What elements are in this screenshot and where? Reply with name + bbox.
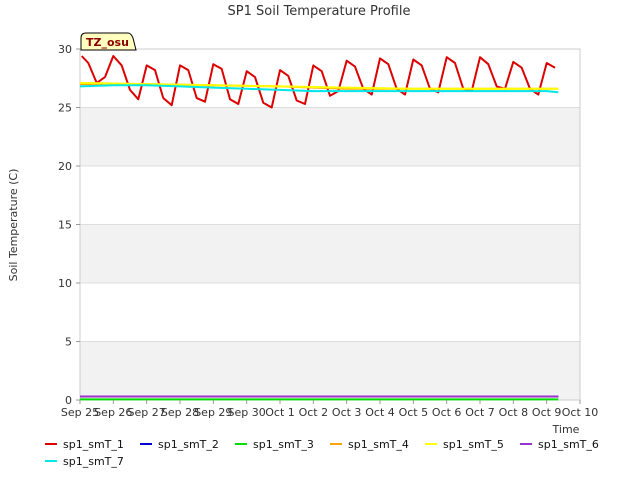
x-tick-label: Oct 6 xyxy=(432,406,462,419)
x-axis-ticks: Sep 25Sep 26Sep 27Sep 28Sep 29Sep 30 Oct … xyxy=(61,400,598,419)
x-tick-label: Oct 1 xyxy=(265,406,295,419)
legend-label: sp1_smT_3 xyxy=(253,438,314,451)
legend-label: sp1_smT_2 xyxy=(158,438,219,451)
x-tick-label: Oct 5 xyxy=(399,406,429,419)
y-tick-label: 10 xyxy=(58,277,72,290)
x-tick-label: Oct 3 xyxy=(332,406,362,419)
y-tick-label: 25 xyxy=(58,102,72,115)
legend-label: sp1_smT_6 xyxy=(538,438,599,451)
x-tick-label: Oct 9 xyxy=(532,406,562,419)
x-tick-label: Oct 4 xyxy=(365,406,395,419)
x-axis-label: Time xyxy=(552,423,580,436)
x-tick-label: Oct 8 xyxy=(499,406,529,419)
legend-label: sp1_smT_7 xyxy=(63,455,124,468)
legend-label: sp1_smT_1 xyxy=(63,438,124,451)
y-axis-ticks: 051015202530 xyxy=(58,43,80,407)
plot-band xyxy=(80,166,580,225)
chart: SP1 Soil Temperature Profile 05101520253… xyxy=(7,4,599,468)
plot-band xyxy=(80,49,580,108)
chart-title: SP1 Soil Temperature Profile xyxy=(228,4,411,19)
y-tick-label: 20 xyxy=(58,160,72,173)
plot-band xyxy=(80,107,580,166)
plot-band xyxy=(80,224,580,283)
y-tick-label: 30 xyxy=(58,43,72,56)
y-tick-label: 15 xyxy=(58,219,72,232)
legend-label: sp1_smT_4 xyxy=(348,438,409,451)
legend-label: sp1_smT_5 xyxy=(443,438,504,451)
x-tick-label: Sep 30 xyxy=(228,406,266,419)
x-tick-label: Oct 2 xyxy=(299,406,329,419)
legend: sp1_smT_1 sp1_smT_2 sp1_smT_3 sp1_smT_4 sp1_… xyxy=(45,438,599,468)
x-tick-label: Oct 7 xyxy=(465,406,495,419)
plot-band xyxy=(80,341,580,400)
y-tick-label: 5 xyxy=(65,336,72,349)
x-tick-label: Oct 10 xyxy=(562,406,599,419)
y-axis-label: Soil Temperature (C) xyxy=(7,169,20,282)
plot-band xyxy=(80,283,580,342)
tz-badge: TZ_osu xyxy=(80,32,137,51)
tz-badge-label: TZ_osu xyxy=(86,36,129,49)
